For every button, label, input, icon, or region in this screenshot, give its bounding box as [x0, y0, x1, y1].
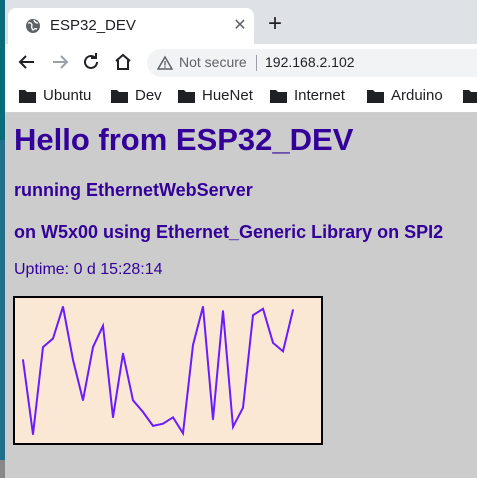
bookmark-label: Arduino: [391, 87, 443, 104]
data-point-12: [142, 411, 144, 413]
bookmark-label: Dev: [135, 87, 162, 104]
chart-background: [13, 296, 323, 445]
data-point-15: [172, 416, 174, 419]
server-subtitle: running EthernetWebServer: [14, 180, 253, 200]
data-point-8: [102, 325, 104, 327]
data-point-18: [202, 305, 204, 308]
folder-icon: [270, 90, 287, 103]
browser-toolbar: Not secure 192.168.2.102: [5, 44, 477, 80]
warning-triangle-icon[interactable]: [157, 55, 173, 71]
data-point-10: [122, 352, 124, 355]
data-point-17: [192, 344, 194, 346]
folder-icon: [367, 90, 384, 103]
url-text[interactable]: 192.168.2.102: [265, 54, 355, 70]
data-point-22: [242, 406, 244, 409]
data-point-5: [72, 359, 74, 361]
data-point-25: [272, 342, 274, 344]
data-point-20: [222, 310, 224, 312]
page-title: Hello from ESP32_DEV: [14, 122, 354, 157]
tab-esp32-dev[interactable]: ESP32_DEV ✕: [8, 8, 254, 44]
address-bar[interactable]: Not secure 192.168.2.102: [147, 49, 477, 77]
bookmark-label: Internet: [294, 87, 345, 104]
data-point-26: [282, 350, 284, 353]
data-point-19: [212, 418, 214, 421]
close-icon[interactable]: ✕: [231, 17, 249, 35]
data-point-1: [32, 433, 34, 436]
reload-icon[interactable]: [79, 50, 103, 74]
url-separator: [256, 55, 257, 71]
data-point-3: [52, 337, 54, 340]
line-chart: [13, 296, 323, 445]
data-point-27: [292, 309, 294, 311]
security-label[interactable]: Not secure: [179, 54, 247, 70]
data-point-9: [112, 416, 114, 419]
page-content: Hello from ESP32_DEV running EthernetWeb…: [5, 113, 477, 478]
data-point-21: [232, 426, 234, 428]
data-point-4: [62, 305, 64, 308]
data-point-6: [82, 399, 84, 402]
data-point-11: [132, 399, 134, 402]
home-icon[interactable]: [111, 50, 135, 74]
tab-title: ESP32_DEV: [50, 17, 136, 34]
data-point-2: [42, 346, 44, 348]
data-point-24: [262, 307, 264, 310]
folder-icon: [463, 90, 477, 103]
bookmark-label: HueNet: [202, 87, 253, 104]
data-point-0: [22, 359, 24, 361]
new-tab-button[interactable]: +: [263, 12, 287, 36]
folder-icon: [178, 90, 195, 103]
forward-arrow-icon[interactable]: [48, 50, 72, 74]
data-point-14: [162, 422, 164, 425]
folder-icon: [111, 90, 128, 103]
globe-icon: [26, 19, 40, 33]
bookmarks-bar: Ubuntu Dev HueNet Internet Arduino: [5, 80, 477, 113]
back-arrow-icon[interactable]: [15, 50, 39, 74]
data-point-13: [152, 425, 154, 427]
uptime-text: Uptime: 0 d 15:28:14: [14, 261, 163, 278]
library-subtitle: on W5x00 using Ethernet_Generic Library …: [14, 222, 444, 242]
bookmark-label: Ubuntu: [43, 87, 92, 104]
data-point-23: [252, 314, 254, 316]
data-point-7: [92, 346, 94, 348]
data-point-16: [182, 432, 184, 435]
folder-icon: [19, 90, 36, 103]
